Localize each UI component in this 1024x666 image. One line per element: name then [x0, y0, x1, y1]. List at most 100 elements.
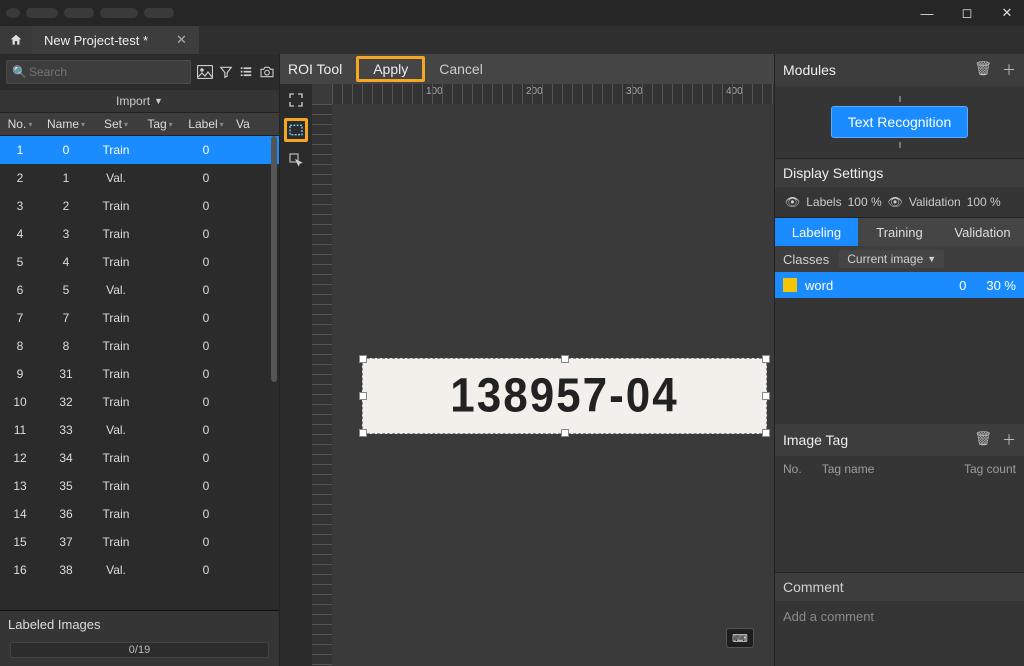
tab-close-icon[interactable]: ✕ — [176, 32, 187, 48]
maximize-button[interactable]: ◻ — [956, 5, 978, 21]
project-tab-label: New Project-test * — [44, 33, 148, 48]
table-row[interactable]: 1436Train0 — [0, 500, 279, 528]
progress-bar: 0/19 — [10, 642, 269, 658]
scrollbar-thumb[interactable] — [271, 136, 277, 382]
trash-icon[interactable]: 🗑 — [974, 430, 992, 450]
tab-labeling[interactable]: Labeling — [775, 218, 858, 246]
class-color-swatch — [783, 278, 797, 292]
roi-handle[interactable] — [762, 392, 770, 400]
table-row[interactable]: 10Train0 — [0, 136, 279, 164]
image-tag-columns: No. Tag name Tag count — [775, 456, 1024, 482]
app-icon — [6, 8, 20, 18]
roi-handle[interactable] — [359, 392, 367, 400]
sample-image-text: 138957-04 — [450, 369, 678, 424]
text-recognition-module[interactable]: Text Recognition — [831, 106, 969, 138]
table-row[interactable]: 88Train0 — [0, 332, 279, 360]
trash-icon[interactable]: 🗑 — [974, 60, 992, 80]
center-toolbar: ROI Tool Apply Cancel — [280, 54, 774, 84]
search-input[interactable] — [6, 60, 191, 84]
col-tag[interactable]: Tag▾ — [140, 117, 180, 131]
import-button[interactable]: Import ▼ — [0, 90, 279, 112]
roi-handle[interactable] — [762, 429, 770, 437]
classes-header: Classes Current image▼ — [775, 246, 1024, 272]
module-connector — [899, 142, 901, 148]
class-count: 0 — [959, 278, 966, 293]
tab-training[interactable]: Training — [858, 218, 941, 246]
menu-placeholder[interactable] — [100, 8, 138, 18]
comment-header: Comment — [775, 573, 1024, 601]
comment-input[interactable]: Add a comment — [775, 601, 1024, 632]
list-icon[interactable] — [239, 63, 253, 81]
col-no[interactable]: No.▾ — [0, 117, 40, 131]
roi-handle[interactable] — [561, 355, 569, 363]
col-va[interactable]: Va — [232, 117, 279, 131]
filter-icon[interactable] — [219, 63, 233, 81]
class-pct: 30 % — [986, 278, 1016, 293]
table-body: 10Train021Val.032Train043Train054Train06… — [0, 136, 279, 610]
roi-handle[interactable] — [762, 355, 770, 363]
col-name[interactable]: Name▾ — [40, 117, 92, 131]
add-icon[interactable]: ＋ — [1002, 430, 1016, 450]
minimize-button[interactable]: — — [916, 6, 938, 21]
pointer-tool[interactable] — [284, 148, 308, 172]
roi-selection[interactable]: 138957-04 — [362, 358, 767, 434]
menu-placeholder[interactable] — [64, 8, 94, 18]
canvas-area[interactable]: 100 200 300 400 138957-04 — [312, 84, 774, 666]
class-name: word — [805, 278, 833, 293]
table-row[interactable]: 1234Train0 — [0, 444, 279, 472]
table-row[interactable]: 43Train0 — [0, 220, 279, 248]
left-panel: 🔍 Import ▼ No.▾ Name▾ Set▾ Tag▾ Label▾ V… — [0, 54, 280, 666]
table-row[interactable]: 77Train0 — [0, 304, 279, 332]
display-settings-body: 👁 Labels 100 % 👁 Validation 100 % — [775, 187, 1024, 217]
roi-handle[interactable] — [359, 429, 367, 437]
table-row[interactable]: 1537Train0 — [0, 528, 279, 556]
tabbar: New Project-test * ✕ — [0, 26, 1024, 54]
close-button[interactable]: ✕ — [996, 5, 1018, 21]
apply-button[interactable]: Apply — [356, 56, 425, 82]
table-row[interactable]: 1335Train0 — [0, 472, 279, 500]
table-row[interactable]: 931Train0 — [0, 360, 279, 388]
fullscreen-tool[interactable] — [284, 88, 308, 112]
ruler-vertical — [312, 104, 332, 666]
classes-scope-dropdown[interactable]: Current image▼ — [839, 250, 944, 268]
table-row[interactable]: 21Val.0 — [0, 164, 279, 192]
import-label: Import — [116, 94, 150, 108]
add-icon[interactable]: ＋ — [1002, 60, 1016, 80]
roi-handle[interactable] — [359, 355, 367, 363]
table-row[interactable]: 65Val.0 — [0, 276, 279, 304]
tab-validation[interactable]: Validation — [941, 218, 1024, 246]
keyboard-icon[interactable]: ⌨ — [726, 628, 754, 648]
menu-placeholder[interactable] — [144, 8, 174, 18]
image-grid-icon[interactable] — [197, 63, 213, 81]
rect-select-tool[interactable] — [284, 118, 308, 142]
display-settings-header: Display Settings — [775, 159, 1024, 187]
table-row[interactable]: 1133Val.0 — [0, 416, 279, 444]
eye-icon[interactable]: 👁 — [888, 195, 903, 209]
col-label[interactable]: Label▾ — [180, 117, 232, 131]
search-icon: 🔍 — [12, 65, 27, 79]
right-tabbar: Labeling Training Validation — [775, 218, 1024, 246]
image-tag-header: Image Tag 🗑 ＋ — [775, 424, 1024, 456]
labeled-images-head: Labeled Images — [0, 610, 279, 638]
chevron-down-icon: ▼ — [154, 96, 163, 106]
project-tab[interactable]: New Project-test * ✕ — [32, 26, 199, 54]
eye-icon[interactable]: 👁 — [785, 195, 800, 209]
table-row[interactable]: 32Train0 — [0, 192, 279, 220]
col-set[interactable]: Set▾ — [92, 117, 140, 131]
camera-icon[interactable] — [259, 63, 275, 81]
class-row[interactable]: word 0 30 % — [775, 272, 1024, 298]
home-button[interactable] — [0, 26, 32, 54]
table-header: No.▾ Name▾ Set▾ Tag▾ Label▾ Va — [0, 112, 279, 136]
tool-name: ROI Tool — [288, 61, 342, 77]
menu-placeholder[interactable] — [26, 8, 58, 18]
vertical-toolbar — [280, 84, 312, 666]
table-row[interactable]: 1638Val.0 — [0, 556, 279, 584]
cancel-button[interactable]: Cancel — [439, 61, 483, 77]
roi-handle[interactable] — [561, 429, 569, 437]
ruler-horizontal: 100 200 300 400 — [332, 84, 774, 104]
modules-header: Modules 🗑 ＋ — [775, 54, 1024, 86]
table-row[interactable]: 54Train0 — [0, 248, 279, 276]
right-panel: Modules 🗑 ＋ Text Recognition Display Set… — [774, 54, 1024, 666]
table-row[interactable]: 1032Train0 — [0, 388, 279, 416]
module-connector — [899, 96, 901, 102]
